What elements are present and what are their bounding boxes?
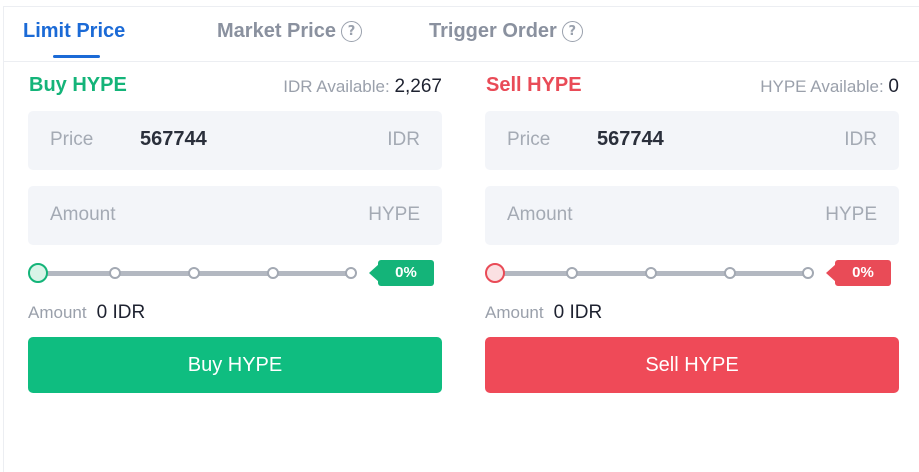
sell-header: Sell HYPE HYPE Available: 0	[485, 74, 901, 100]
total-value: 0 IDR	[96, 302, 146, 323]
sell-available: HYPE Available: 0	[760, 76, 899, 98]
slider-step-50[interactable]	[188, 267, 200, 279]
buy-title: Buy HYPE	[29, 74, 127, 96]
available-label: IDR Available:	[283, 77, 390, 96]
price-value: 567744	[597, 128, 664, 150]
order-type-tabs: Limit Price Market Price ? Trigger Order…	[4, 7, 919, 62]
slider-step-50[interactable]	[645, 267, 657, 279]
price-unit: IDR	[844, 129, 877, 150]
sell-form: Sell HYPE HYPE Available: 0 Price 567744…	[485, 62, 901, 402]
help-circle-icon[interactable]: ?	[561, 21, 583, 42]
sell-amount-field[interactable]: Amount HYPE	[485, 186, 899, 245]
available-value: 2,267	[394, 76, 442, 97]
amount-unit: HYPE	[825, 204, 877, 225]
slider-thumb[interactable]	[485, 263, 505, 283]
price-unit: IDR	[387, 129, 420, 150]
tab-label: Market Price	[217, 20, 336, 42]
active-tab-indicator	[53, 55, 100, 58]
buy-price-field[interactable]: Price 567744 IDR	[28, 111, 442, 170]
slider-step-100[interactable]	[345, 267, 357, 279]
slider-step-100[interactable]	[802, 267, 814, 279]
slider-step-75[interactable]	[724, 267, 736, 279]
slider-step-25[interactable]	[109, 267, 121, 279]
amount-unit: HYPE	[368, 204, 420, 225]
slider-percent-badge: 0%	[369, 260, 434, 286]
sell-price-field[interactable]: Price 567744 IDR	[485, 111, 899, 170]
total-label: Amount	[485, 303, 544, 322]
help-circle-icon[interactable]: ?	[340, 21, 362, 42]
buy-total: Amount 0 IDR	[28, 302, 145, 324]
buy-form: Buy HYPE IDR Available: 2,267 Price 5677…	[28, 62, 444, 402]
amount-label: Amount	[507, 204, 573, 225]
slider-step-25[interactable]	[566, 267, 578, 279]
sell-button[interactable]: Sell HYPE	[485, 337, 899, 393]
tab-trigger-order[interactable]: Trigger Order ?	[429, 20, 583, 43]
sell-total: Amount 0 IDR	[485, 302, 602, 324]
tab-label: Limit Price	[23, 20, 126, 42]
tab-label: Trigger Order	[429, 20, 557, 42]
trade-panel: Limit Price Market Price ? Trigger Order…	[3, 6, 919, 472]
buy-amount-field[interactable]: Amount HYPE	[28, 186, 442, 245]
slider-percent-badge: 0%	[826, 260, 891, 286]
price-label: Price	[507, 129, 551, 150]
available-value: 0	[888, 76, 899, 97]
buy-header: Buy HYPE IDR Available: 2,267	[28, 74, 444, 100]
buy-percent-slider[interactable]: 0%	[28, 259, 442, 289]
total-value: 0 IDR	[553, 302, 603, 323]
buy-available: IDR Available: 2,267	[283, 76, 442, 98]
tab-limit-price[interactable]: Limit Price	[23, 20, 125, 43]
total-label: Amount	[28, 303, 87, 322]
slider-step-75[interactable]	[267, 267, 279, 279]
amount-label: Amount	[50, 204, 116, 225]
sell-percent-slider[interactable]: 0%	[485, 259, 899, 289]
price-label: Price	[50, 129, 94, 150]
slider-thumb[interactable]	[28, 263, 48, 283]
buy-button[interactable]: Buy HYPE	[28, 337, 442, 393]
tab-market-price[interactable]: Market Price ?	[217, 20, 362, 43]
available-label: HYPE Available:	[760, 77, 884, 96]
sell-title: Sell HYPE	[486, 74, 582, 96]
price-value: 567744	[140, 128, 207, 150]
